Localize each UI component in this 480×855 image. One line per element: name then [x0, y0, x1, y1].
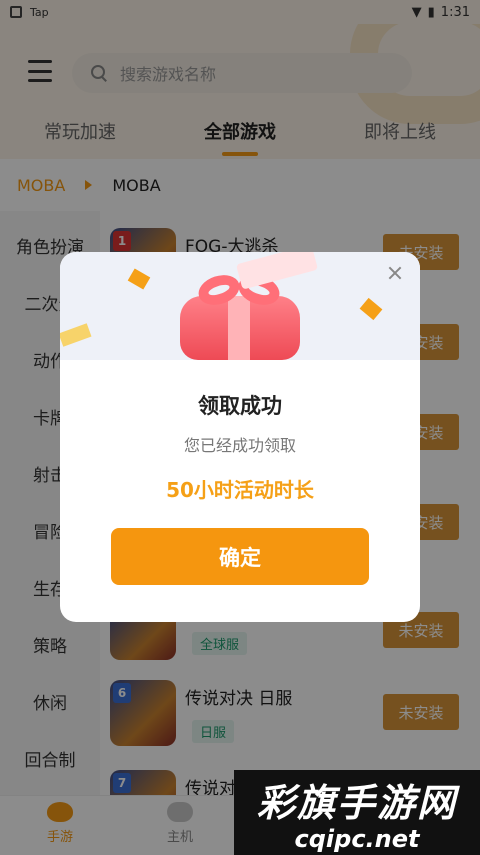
dialog-title: 领取成功 [198, 394, 282, 418]
watermark: 彩旗手游网 cqipc.net [234, 770, 480, 855]
confirm-button[interactable]: 确定 [111, 528, 369, 585]
confetti-icon [359, 297, 383, 321]
close-icon[interactable] [384, 262, 406, 284]
reward-text: 50小时活动时长 [166, 478, 314, 502]
reward-dialog: 领取成功 您已经成功领取 50小时活动时长 确定 [60, 252, 420, 622]
watermark-url: cqipc.net [294, 825, 420, 853]
gift-box-icon [180, 270, 300, 360]
confetti-icon [60, 323, 92, 347]
dialog-subtitle: 您已经成功领取 [183, 436, 296, 455]
dialog-banner [60, 252, 420, 360]
watermark-title: 彩旗手游网 [256, 780, 457, 825]
confetti-icon [127, 268, 151, 290]
